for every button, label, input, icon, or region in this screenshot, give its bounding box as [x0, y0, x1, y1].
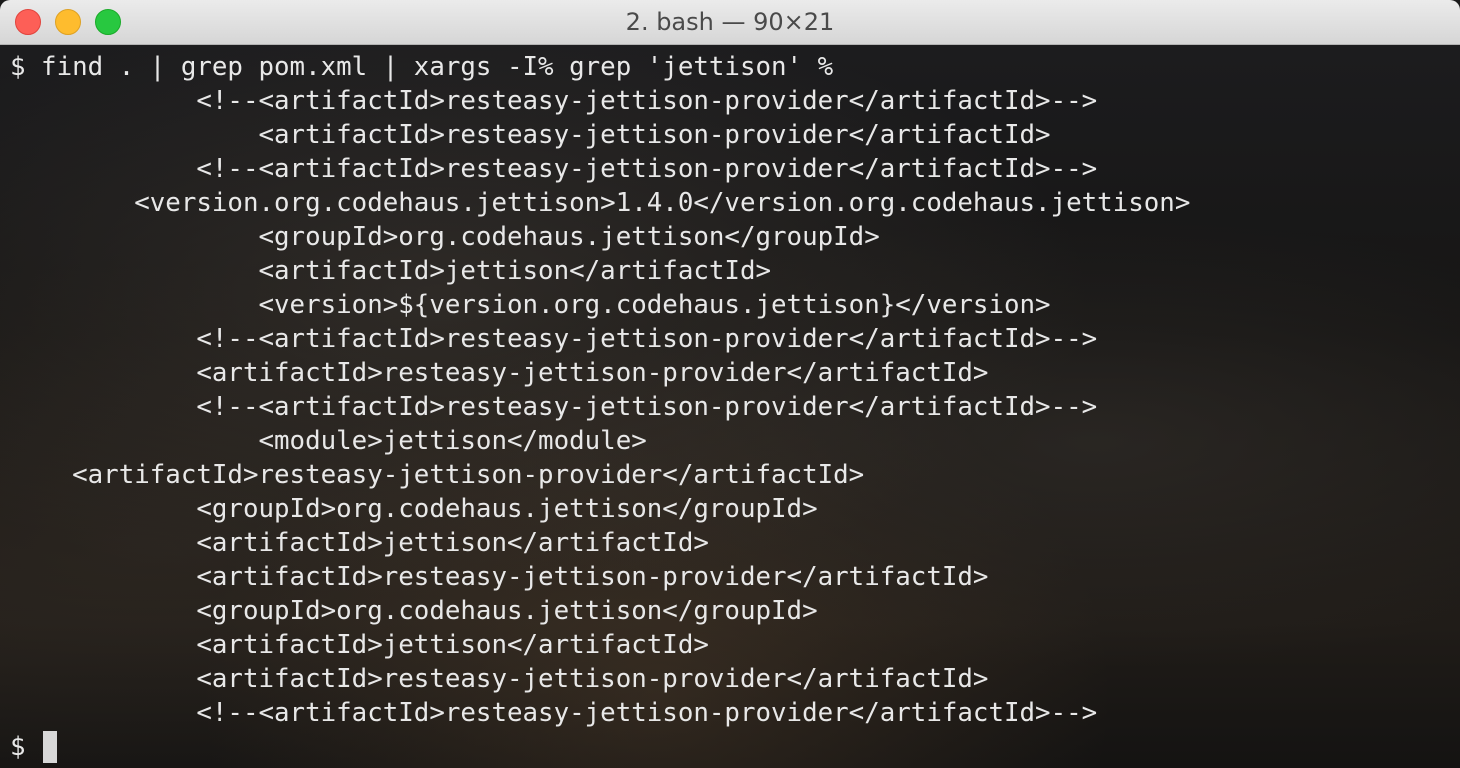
- output-line: <groupId>org.codehaus.jettison</groupId>: [10, 596, 818, 626]
- output-line: <groupId>org.codehaus.jettison</groupId>: [10, 222, 880, 252]
- output-line: <!--<artifactId>resteasy-jettison-provid…: [10, 698, 1098, 728]
- window-title: 2. bash — 90×21: [625, 8, 835, 36]
- output-line: <artifactId>resteasy-jettison-provider</…: [10, 120, 1051, 150]
- terminal-window: 2. bash — 90×21 $ find . | grep pom.xml …: [0, 0, 1460, 768]
- output-line: <artifactId>resteasy-jettison-provider</…: [10, 460, 865, 490]
- terminal-output-area[interactable]: $ find . | grep pom.xml | xargs -I% grep…: [0, 45, 1460, 768]
- text-cursor: [43, 731, 58, 763]
- output-line: <version.org.codehaus.jettison>1.4.0</ve…: [10, 188, 1191, 218]
- output-line: <module>jettison</module>: [10, 426, 647, 456]
- shell-prompt: $: [10, 732, 42, 762]
- output-line: <artifactId>jettison</artifactId>: [10, 528, 709, 558]
- output-line: <!--<artifactId>resteasy-jettison-provid…: [10, 86, 1098, 116]
- output-line: <!--<artifactId>resteasy-jettison-provid…: [10, 392, 1098, 422]
- output-line: <!--<artifactId>resteasy-jettison-provid…: [10, 154, 1098, 184]
- output-line: <!--<artifactId>resteasy-jettison-provid…: [10, 324, 1098, 354]
- output-lines: $ find . | grep pom.xml | xargs -I% grep…: [10, 50, 1190, 730]
- title-bar[interactable]: 2. bash — 90×21: [0, 0, 1460, 45]
- output-line: <artifactId>jettison</artifactId>: [10, 256, 772, 286]
- input-prompt-row[interactable]: $: [10, 730, 58, 764]
- output-line: <artifactId>resteasy-jettison-provider</…: [10, 562, 989, 592]
- output-line: <artifactId>resteasy-jettison-provider</…: [10, 358, 989, 388]
- output-line: <groupId>org.codehaus.jettison</groupId>: [10, 494, 818, 524]
- command-line: $ find . | grep pom.xml | xargs -I% grep…: [10, 52, 834, 82]
- output-line: <artifactId>resteasy-jettison-provider</…: [10, 664, 989, 694]
- output-line: <artifactId>jettison</artifactId>: [10, 630, 709, 660]
- output-line: <version>${version.org.codehaus.jettison…: [10, 290, 1051, 320]
